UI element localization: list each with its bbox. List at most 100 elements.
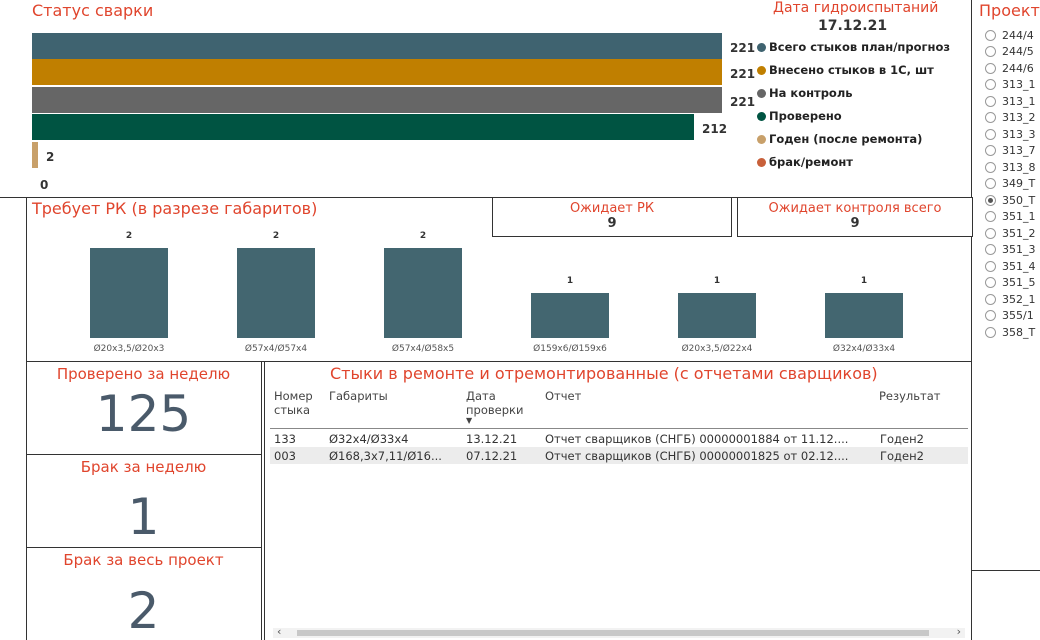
rk-bar-value: 1	[861, 276, 867, 286]
rk-category-label: Ø57x4/Ø58x5	[392, 343, 454, 354]
cell-joint-no: 133	[274, 432, 296, 446]
cell-date: 07.12.21	[466, 449, 518, 463]
rk-bar[interactable]	[678, 293, 756, 338]
legend-dot-icon	[757, 66, 766, 75]
project-option[interactable]: 351_2	[985, 225, 1036, 242]
radio-icon[interactable]	[985, 161, 996, 173]
legend-item: Проверено	[757, 109, 842, 123]
col-report[interactable]: Отчет	[545, 389, 581, 403]
defect-week-card: Брак за неделю 1	[26, 455, 262, 548]
radio-icon[interactable]	[985, 46, 996, 58]
project-option[interactable]: 352_1	[985, 291, 1036, 308]
radio-icon[interactable]	[985, 310, 996, 322]
rk-bar[interactable]	[90, 248, 168, 338]
rk-category-label: Ø32x4/Ø33x4	[833, 343, 895, 354]
project-option[interactable]: 355/1	[985, 308, 1036, 325]
rk-bar-chart: 2 Ø20x3,5/Ø20x3 2 Ø57x4/Ø57x4 2 Ø57x4/Ø58x5 1 Ø…	[90, 231, 903, 354]
rk-bar-value: 2	[126, 231, 132, 241]
checked-week-value: 125	[95, 385, 192, 443]
cell-dims: Ø168,3x7,11/Ø16...	[329, 449, 442, 463]
radio-icon[interactable]	[985, 260, 996, 272]
col-result[interactable]: Результат	[879, 389, 941, 403]
project-option[interactable]: 313_1	[985, 93, 1036, 110]
scroll-right-icon[interactable]: ›	[957, 625, 961, 638]
radio-icon[interactable]	[985, 62, 996, 74]
legend-item: Внесено стыков в 1С, шт	[757, 63, 934, 77]
legend-item: На контроль	[757, 86, 853, 100]
project-option-label: 313_1	[1002, 78, 1036, 92]
project-option-label: 350_T	[1002, 193, 1036, 207]
project-option[interactable]: 313_1	[985, 77, 1036, 94]
project-option[interactable]: 350_T	[985, 192, 1036, 209]
project-option-label: 349_T	[1002, 177, 1036, 191]
rk-category-label: Ø20x3,5/Ø20x3	[94, 343, 165, 354]
project-option-label: 244/5	[1002, 45, 1034, 59]
cell-joint-no: 003	[274, 449, 296, 463]
radio-icon[interactable]	[985, 293, 996, 305]
legend-label: На контроль	[769, 86, 853, 100]
sort-desc-icon: ▼	[466, 416, 473, 425]
col-joint-no[interactable]: Номер стыка	[274, 389, 318, 417]
legend-dot-icon	[757, 135, 766, 144]
cell-date: 13.12.21	[466, 432, 518, 446]
checked-week-title: Проверено за неделю	[56, 365, 231, 383]
repairs-table-title: Стыки в ремонте и отремонтированные (с о…	[330, 364, 878, 383]
status-bar	[32, 59, 722, 85]
project-option[interactable]: 358_T	[985, 324, 1036, 341]
project-option[interactable]: 244/5	[985, 44, 1036, 61]
rk-bar[interactable]	[825, 293, 903, 338]
project-option-label: 351_2	[1002, 226, 1036, 240]
legend-item: Всего стыков план/прогноз	[757, 40, 950, 54]
rk-bar[interactable]	[384, 248, 462, 338]
radio-icon[interactable]	[985, 178, 996, 190]
radio-icon[interactable]	[985, 79, 996, 91]
col-dims[interactable]: Габариты	[329, 389, 388, 403]
project-option[interactable]: 349_T	[985, 176, 1036, 193]
project-option[interactable]: 351_1	[985, 209, 1036, 226]
col-date[interactable]: Дата проверки ▼	[466, 389, 526, 425]
rk-bar[interactable]	[237, 248, 315, 338]
project-option[interactable]: 313_2	[985, 110, 1036, 127]
project-option[interactable]: 244/4	[985, 27, 1036, 44]
radio-icon[interactable]	[985, 244, 996, 256]
project-option[interactable]: 351_3	[985, 242, 1036, 259]
cell-report: Отчет сварщиков (СНГБ) 00000001884 от 11…	[545, 432, 849, 446]
radio-icon[interactable]	[985, 95, 996, 107]
cell-dims: Ø32x4/Ø33x4	[329, 432, 409, 446]
cell-report: Отчет сварщиков (СНГБ) 00000001825 от 02…	[545, 449, 849, 463]
legend-dot-icon	[757, 112, 766, 121]
legend-label: Годен (после ремонта)	[769, 132, 923, 146]
project-option-label: 313_8	[1002, 160, 1036, 174]
project-option[interactable]: 313_3	[985, 126, 1036, 143]
status-bar	[32, 114, 694, 140]
radio-icon[interactable]	[985, 128, 996, 140]
project-option-label: 244/6	[1002, 61, 1034, 75]
project-option-label: 313_2	[1002, 111, 1036, 125]
project-option[interactable]: 244/6	[985, 60, 1036, 77]
table-row[interactable]: 003 Ø168,3x7,11/Ø16... 07.12.21 Отчет св…	[270, 447, 968, 464]
status-bar	[32, 33, 722, 59]
project-option[interactable]: 351_4	[985, 258, 1036, 275]
radio-icon[interactable]	[985, 227, 996, 239]
radio-icon[interactable]	[985, 112, 996, 124]
project-option[interactable]: 351_5	[985, 275, 1036, 292]
project-option-label: 358_T	[1002, 325, 1036, 339]
scroll-left-icon[interactable]: ‹	[277, 625, 281, 638]
rk-bar[interactable]	[531, 293, 609, 338]
radio-icon[interactable]	[985, 194, 996, 206]
project-option[interactable]: 313_8	[985, 159, 1036, 176]
radio-icon[interactable]	[985, 326, 996, 338]
radio-icon[interactable]	[985, 29, 996, 41]
radio-icon[interactable]	[985, 211, 996, 223]
horizontal-scrollbar[interactable]: ‹ ›	[273, 625, 965, 638]
radio-icon[interactable]	[985, 277, 996, 289]
defect-week-title: Брак за неделю	[80, 458, 207, 476]
project-option[interactable]: 313_7	[985, 143, 1036, 160]
project-filter-list: 244/4 244/5 244/6 313_1 313_1 313_2 313_3 313_7…	[985, 27, 1036, 341]
repairs-table-panel: Стыки в ремонте и отремонтированные (с о…	[264, 362, 972, 640]
radio-icon[interactable]	[985, 145, 996, 157]
table-row[interactable]: 133 Ø32x4/Ø33x4 13.12.21 Отчет сварщиков…	[270, 430, 968, 447]
status-bar-value: 221	[730, 95, 756, 109]
scroll-thumb[interactable]	[297, 630, 929, 636]
legend-item: Годен (после ремонта)	[757, 132, 922, 146]
